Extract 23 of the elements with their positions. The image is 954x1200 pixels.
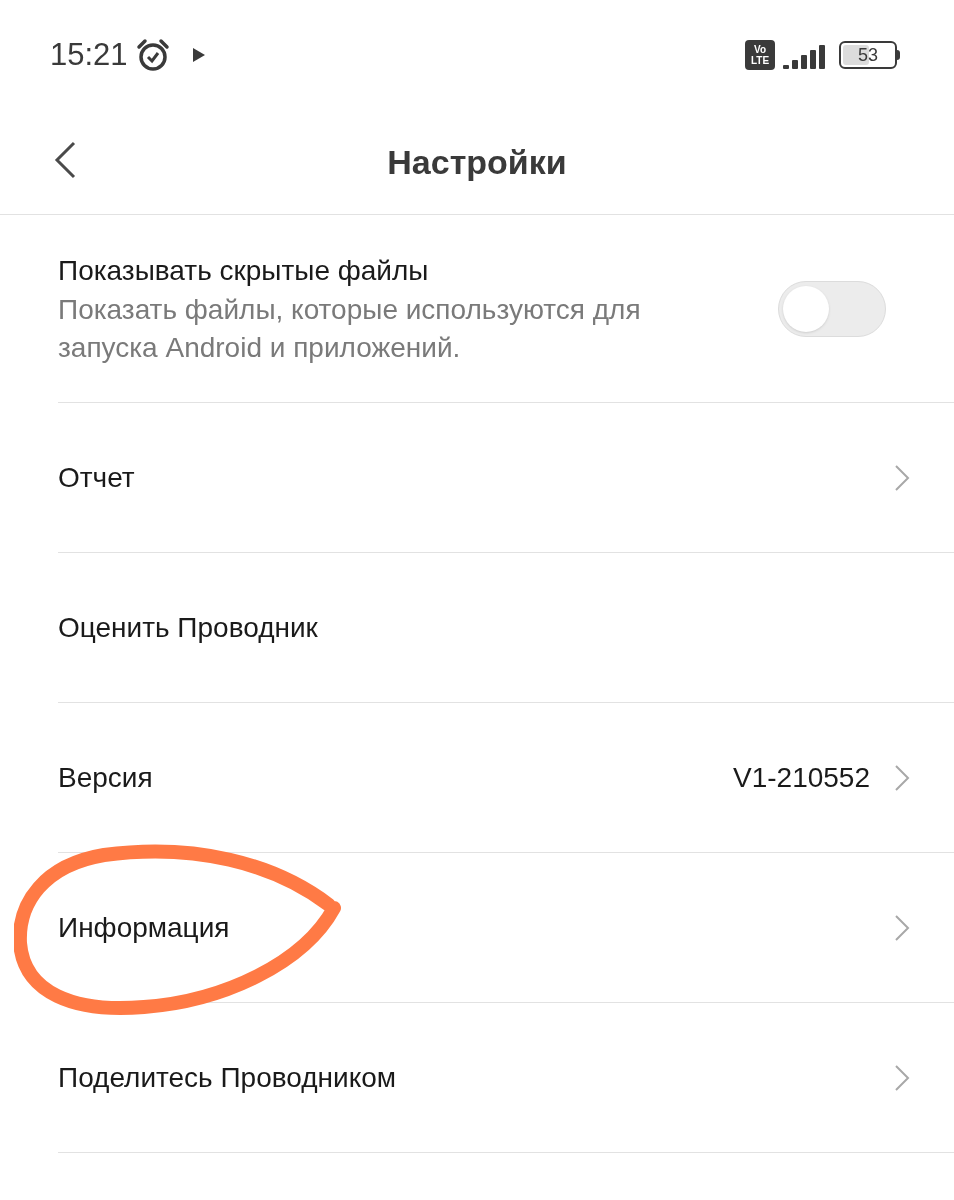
clock: 15:21: [50, 35, 128, 74]
version-value: V1-210552: [733, 760, 870, 795]
setting-label: Оценить Проводник: [58, 610, 319, 645]
chevron-right-icon: [894, 763, 910, 792]
settings-row[interactable]: Отчет: [58, 403, 954, 553]
chevron-right-icon: [894, 913, 910, 942]
chevron-right-icon: [894, 463, 910, 492]
settings-row[interactable]: Версия V1-210552: [58, 703, 954, 853]
battery-level: 53: [858, 43, 878, 67]
setting-description: Показать файлы, которые используются для запуска Android и приложений.: [58, 292, 642, 365]
setting-label: Информация: [58, 910, 231, 945]
setting-label: Отчет: [58, 460, 136, 495]
setting-label: Версия: [58, 760, 154, 795]
settings-row[interactable]: Информация: [58, 853, 954, 1003]
play-icon: [191, 47, 206, 63]
volte-badge: Vo LTE: [745, 40, 775, 70]
alarm-icon: [135, 38, 170, 72]
settings-row[interactable]: Оценить Проводник: [58, 553, 954, 703]
settings-row[interactable]: Поделитесь Проводником: [58, 1003, 954, 1153]
setting-label: Поделитесь Проводником: [58, 1060, 398, 1095]
setting-label: Показывать скрытые файлы: [58, 253, 430, 288]
chevron-right-icon: [894, 1063, 910, 1092]
page-title: Настройки: [387, 141, 567, 183]
